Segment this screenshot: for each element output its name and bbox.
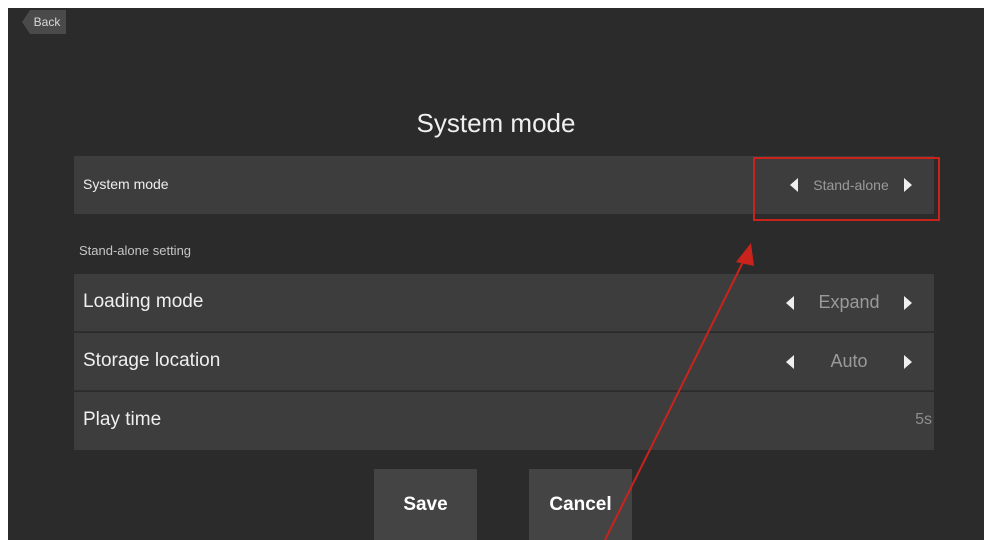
loading-mode-prev-icon[interactable] [786, 295, 794, 310]
storage-location-prev-icon[interactable] [786, 354, 794, 369]
play-time-label: Play time [83, 409, 162, 430]
storage-location-label: Storage location [83, 350, 221, 371]
annotation-arrow-head [736, 243, 754, 266]
loading-mode-selector: Expand [786, 274, 912, 331]
storage-location-row: Storage location Auto [74, 333, 934, 391]
play-time-value: 5s [915, 411, 932, 428]
play-time-row[interactable]: Play time 5s [74, 392, 934, 450]
app-screen: Back System mode System mode Stand-alone… [8, 8, 984, 540]
system-mode-label: System mode [83, 176, 169, 192]
section-label-standalone: Stand-alone setting [79, 243, 192, 258]
loading-mode-label: Loading mode [83, 291, 204, 312]
cancel-button[interactable]: Cancel [529, 469, 632, 540]
loading-mode-value: Expand [818, 292, 880, 312]
back-button[interactable]: Back [22, 10, 66, 34]
page-title: System mode [416, 108, 576, 138]
storage-location-next-icon[interactable] [904, 354, 912, 369]
loading-mode-row: Loading mode Expand [74, 274, 934, 332]
loading-mode-next-icon[interactable] [904, 295, 912, 310]
annotation-highlight-box [753, 157, 940, 221]
storage-location-selector: Auto [786, 333, 912, 390]
save-button[interactable]: Save [374, 469, 477, 540]
storage-location-value: Auto [830, 351, 868, 371]
